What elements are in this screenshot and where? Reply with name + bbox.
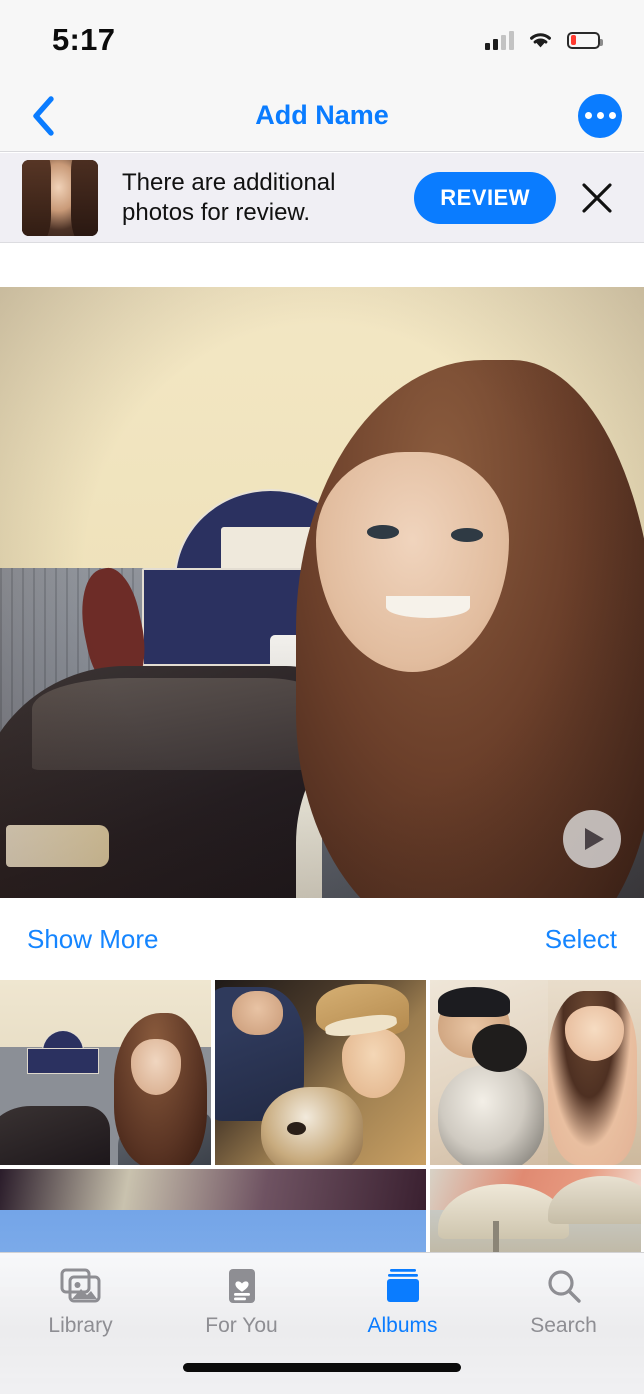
photos-library-icon	[60, 1268, 100, 1303]
thumb-dog-selfie[interactable]	[215, 980, 426, 1165]
thumb-patio-umbrellas[interactable]	[430, 1169, 641, 1252]
tab-label: Search	[530, 1314, 597, 1337]
tab-label: For You	[205, 1314, 278, 1337]
more-options-button[interactable]	[578, 93, 622, 138]
thumbnail-detail	[438, 1065, 544, 1165]
home-indicator[interactable]	[183, 1363, 461, 1372]
thumbnail-image	[215, 980, 426, 1165]
thumbnail-detail	[493, 1220, 499, 1252]
thumbnail-detail	[0, 1105, 110, 1165]
status-time: 5:17	[52, 22, 116, 57]
review-banner: There are additional photos for review. …	[0, 153, 644, 243]
ellipsis-dot	[608, 112, 616, 119]
back-button[interactable]	[14, 87, 72, 145]
review-button[interactable]: REVIEW	[414, 171, 556, 224]
tab-label: Library	[48, 1314, 113, 1337]
thumb-sky-portrait[interactable]	[0, 1169, 426, 1252]
featured-video-photo[interactable]	[0, 287, 644, 898]
banner-thumbnail-image	[22, 159, 51, 236]
banner-message: There are additional photos for review.	[122, 168, 336, 226]
thumbnail-detail	[472, 1024, 528, 1073]
grid-row	[0, 1169, 644, 1252]
thumbnail-image	[0, 980, 211, 1165]
thumbnail-detail	[261, 1087, 363, 1165]
tab-albums[interactable]: Albums	[322, 1267, 483, 1338]
thumb-brewery-portrait[interactable]	[0, 980, 211, 1165]
banner-person-thumbnail[interactable]	[22, 159, 98, 236]
ellipsis-dot	[584, 112, 592, 119]
status-bar: 5:17	[0, 0, 644, 80]
navigation-bar: Add Name	[0, 80, 644, 152]
show-more-button[interactable]: Show More	[27, 924, 159, 955]
page-title: Add Name	[255, 100, 389, 130]
thumbnail-detail	[438, 987, 511, 1017]
thumbnail-detail	[0, 1169, 426, 1210]
cellular-signal-icon	[485, 30, 514, 50]
tab-label: Albums	[367, 1314, 438, 1337]
search-magnifier-icon	[547, 1270, 581, 1303]
close-x-icon	[582, 182, 612, 213]
thumbnail-image	[0, 1169, 426, 1252]
thumb-wedding-couple[interactable]	[430, 980, 641, 1165]
tab-search[interactable]: Search	[483, 1267, 644, 1338]
battery-low-icon	[567, 31, 603, 49]
photos-app-screen: 5:17 Add Name There are additional photo…	[0, 0, 644, 1394]
play-button[interactable]	[563, 810, 621, 868]
tab-bar: Library For You Albums Search	[0, 1252, 644, 1394]
grid-row	[0, 980, 644, 1165]
thumbnail-image	[430, 1169, 641, 1252]
thumbnail-detail	[27, 1048, 100, 1075]
chevron-left-icon	[33, 95, 54, 136]
for-you-heart-icon	[228, 1269, 255, 1303]
play-icon	[585, 828, 604, 850]
status-indicators	[485, 30, 603, 50]
albums-icon	[386, 1269, 419, 1302]
wifi-icon	[530, 33, 551, 48]
thumbnail-detail	[231, 991, 283, 1036]
thumbnail-image	[430, 980, 641, 1165]
tab-library[interactable]: Library	[0, 1267, 161, 1338]
photo-actions-row: Show More Select	[0, 898, 644, 980]
photo-grid	[0, 980, 644, 1252]
ellipsis-dot	[596, 112, 604, 119]
hero-image-detail	[0, 287, 644, 898]
banner-thumbnail-image	[70, 159, 98, 236]
select-button[interactable]: Select	[545, 924, 617, 955]
banner-close-button[interactable]	[570, 171, 624, 225]
tab-for-you[interactable]: For You	[161, 1267, 322, 1338]
hero-image	[0, 287, 644, 898]
thumbnail-detail	[341, 1028, 405, 1099]
